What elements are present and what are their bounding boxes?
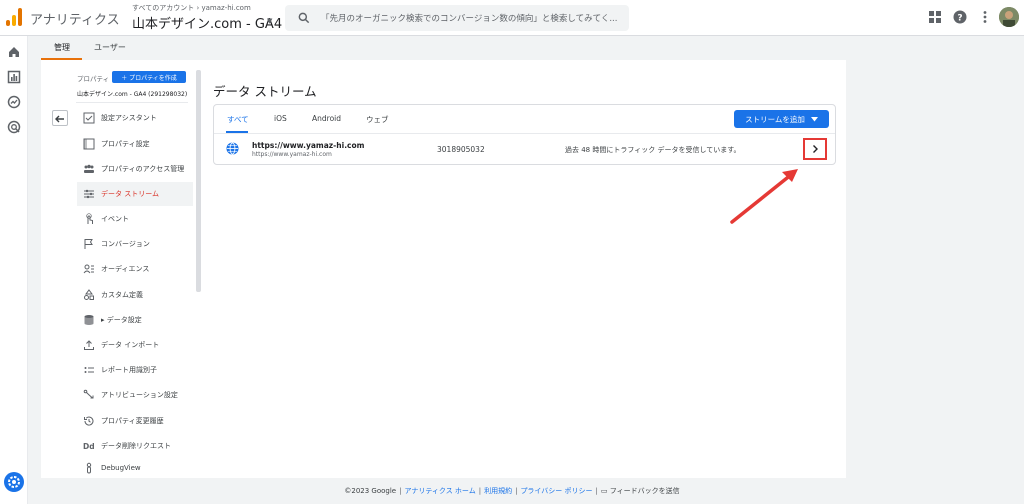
identifier-icon <box>84 367 94 373</box>
stream-id: 3018905032 <box>437 145 485 154</box>
footer-link-privacy[interactable]: プライバシー ポリシー <box>520 487 592 495</box>
debug-icon <box>86 462 92 474</box>
history-icon <box>84 416 94 426</box>
nav-item-label: プロパティのアクセス管理 <box>101 165 185 173</box>
search-icon <box>298 12 310 24</box>
footer-link-terms[interactable]: 利用規約 <box>484 487 512 495</box>
explore-icon[interactable] <box>7 95 21 109</box>
analytics-logo-icon[interactable] <box>6 8 22 26</box>
nav-item-data-settings[interactable]: ▸ データ設定 <box>77 308 193 332</box>
checklist-icon <box>83 112 95 124</box>
arrow-back-icon <box>55 115 64 123</box>
audience-icon <box>83 264 94 274</box>
tab-all[interactable]: すべて <box>227 114 249 125</box>
property-label: プロパティ <box>77 75 110 83</box>
annotation-arrow <box>730 169 798 224</box>
nav-item-label: レポート用識別子 <box>101 366 157 374</box>
nav-item-label: 設定アシスタント <box>101 114 157 122</box>
nav-item-label: ▸ データ設定 <box>101 316 142 324</box>
people-icon <box>84 164 94 173</box>
tab-android[interactable]: Android <box>312 114 341 123</box>
search-placeholder[interactable]: 「先月のオーガニック検索でのコンバージョン数の傾向」と検索してみてく... <box>321 12 621 24</box>
left-rail <box>0 36 28 504</box>
nav-item-access-management[interactable]: プロパティのアクセス管理 <box>77 157 193 181</box>
upload-icon <box>84 340 94 350</box>
property-selector[interactable]: 山本デザイン.com - GA4 <box>132 13 282 32</box>
tab-web[interactable]: ウェブ <box>366 114 389 125</box>
nav-item-label: アトリビューション設定 <box>101 391 178 399</box>
advertising-icon[interactable] <box>7 120 21 134</box>
database-icon <box>84 315 94 325</box>
create-property-button[interactable]: ＋ プロパティを作成 <box>112 71 186 83</box>
nav-item-label: DebugView <box>101 464 141 472</box>
nav-item-debugview[interactable]: DebugView <box>77 459 193 477</box>
flag-icon <box>84 239 93 249</box>
home-icon[interactable] <box>7 45 21 59</box>
stream-url: https://www.yamaz-hi.com <box>252 151 332 158</box>
stream-name[interactable]: https://www.yamaz-hi.com <box>252 141 364 150</box>
nav-scrollbar[interactable] <box>196 70 201 292</box>
stream-status: 過去 48 時間にトラフィック データを受信しています。 <box>565 146 741 154</box>
nav-item-label: コンバージョン <box>101 240 150 248</box>
attribution-icon <box>83 389 94 399</box>
nav-item-label: カスタム定義 <box>101 291 143 299</box>
shapes-icon <box>84 289 94 300</box>
page-title: データ ストリーム <box>213 84 317 99</box>
nav-item-data-streams[interactable]: データ ストリーム <box>77 182 193 206</box>
nav-item-audiences[interactable]: オーディエンス <box>77 257 193 281</box>
nav-item-label: データ削除リクエスト <box>101 442 171 450</box>
property-line[interactable]: 山本デザイン.com - GA4 (291298032) <box>77 89 187 98</box>
search-bar[interactable]: 「先月のオーガニック検索でのコンバージョン数の傾向」と検索してみてく... <box>285 5 629 31</box>
nav-item-events[interactable]: イベント <box>77 207 193 231</box>
open-stream-button[interactable] <box>803 138 827 160</box>
avatar[interactable] <box>999 7 1019 27</box>
copyright: ©2023 Google <box>344 487 397 495</box>
feedback-link[interactable]: フィードバックを送信 <box>610 487 680 495</box>
top-bar: アナリティクス すべてのアカウント › yamaz-hi.com 山本デザイン.… <box>0 0 1024 36</box>
caret-down-icon[interactable]: ▼ <box>267 17 272 25</box>
caret-down-icon <box>810 116 818 121</box>
feedback-icon[interactable]: ▭ <box>601 487 610 495</box>
nav-item-label: プロパティ設定 <box>101 140 150 148</box>
help-icon[interactable]: ? <box>953 10 967 24</box>
dd-icon: Dd <box>83 442 95 451</box>
account-breadcrumb[interactable]: すべてのアカウント › yamaz-hi.com <box>132 3 251 13</box>
reports-icon[interactable] <box>7 70 21 84</box>
chevron-right-icon <box>813 145 818 153</box>
nav-item-attribution-settings[interactable]: アトリビューション設定 <box>77 383 193 407</box>
touch-icon <box>86 213 93 224</box>
add-stream-label: ストリームを追加 <box>745 114 805 124</box>
tab-users[interactable]: ユーザー <box>94 42 126 53</box>
app-name: アナリティクス <box>30 13 120 28</box>
nav-item-data-import[interactable]: データ インポート <box>77 333 193 357</box>
back-button[interactable] <box>52 110 68 126</box>
data-stream-icon <box>84 189 94 199</box>
svg-text:?: ? <box>957 14 962 24</box>
more-vert-icon[interactable] <box>978 10 992 24</box>
svg-text:Dd: Dd <box>83 442 95 451</box>
nav-item-conversions[interactable]: コンバージョン <box>77 232 193 256</box>
nav-item-custom-definitions[interactable]: カスタム定義 <box>77 283 193 307</box>
tab-admin[interactable]: 管理 <box>54 42 70 53</box>
add-stream-button[interactable]: ストリームを追加 <box>734 110 829 128</box>
nav-item-property-settings[interactable]: プロパティ設定 <box>77 132 193 156</box>
footer-link-home[interactable]: アナリティクス ホーム <box>404 487 475 495</box>
tab-ios[interactable]: iOS <box>274 114 287 123</box>
nav-item-label: データ インポート <box>101 341 160 349</box>
nav-item-setup-assistant[interactable]: 設定アシスタント <box>77 106 193 130</box>
nav-item-change-history[interactable]: プロパティ変更履歴 <box>77 409 193 433</box>
property-settings-icon <box>83 138 95 150</box>
footer: ©2023 Google | アナリティクス ホーム | 利用規約 | プライバシー ポリシ… <box>344 487 680 495</box>
nav-item-label: イベント <box>101 215 129 223</box>
apps-grid-icon[interactable] <box>928 10 942 24</box>
nav-item-reporting-identity[interactable]: レポート用識別子 <box>77 358 193 382</box>
nav-item-label: データ ストリーム <box>101 190 160 198</box>
nav-item-data-deletion[interactable]: Dd データ削除リクエスト <box>77 434 193 458</box>
nav-item-label: オーディエンス <box>101 265 150 273</box>
nav-item-label: プロパティ変更履歴 <box>101 417 164 425</box>
globe-icon <box>226 142 239 155</box>
tabs-divider <box>214 133 835 134</box>
nav-divider <box>76 102 188 103</box>
